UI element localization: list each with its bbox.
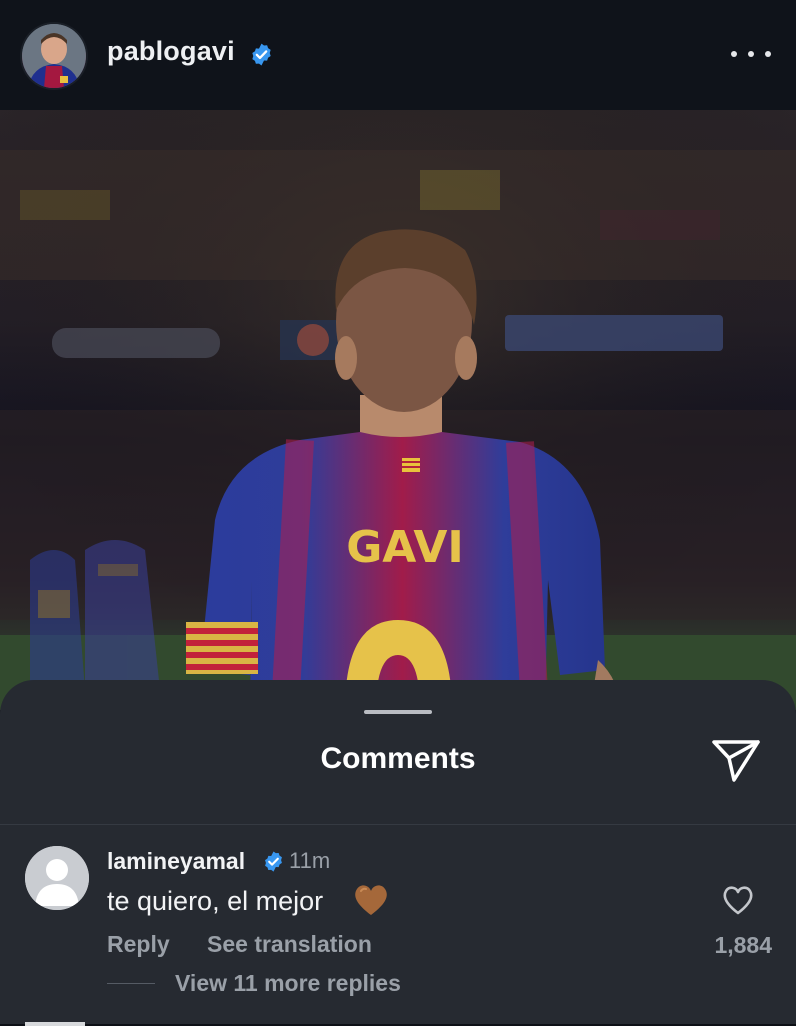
see-translation-button[interactable]: See translation xyxy=(207,931,372,958)
verified-badge-icon xyxy=(249,42,274,72)
comment-timestamp: 11m xyxy=(289,848,331,873)
sheet-drag-handle[interactable] xyxy=(364,710,432,714)
like-count: 1,884 xyxy=(714,932,772,958)
next-comment-peek xyxy=(25,1022,85,1026)
comments-title: Comments xyxy=(320,742,476,775)
post-photo[interactable]: GAVI xyxy=(0,110,796,710)
comments-sheet: Comments lamineyamal 11m te quiero, el m… xyxy=(0,680,796,1026)
brown-heart-emoji-icon xyxy=(353,883,389,922)
sheet-divider xyxy=(0,824,796,825)
comment-text: te quiero, el mejor xyxy=(107,886,324,916)
post-username[interactable]: pablogavi xyxy=(107,36,235,67)
reply-button[interactable]: Reply xyxy=(107,931,170,958)
verified-badge-icon xyxy=(262,850,285,878)
share-send-icon[interactable] xyxy=(710,736,762,786)
view-more-replies-button[interactable]: View 11 more replies xyxy=(175,970,401,997)
post-header: pablogavi xyxy=(0,0,796,110)
jersey-name-text: GAVI xyxy=(346,522,464,573)
profile-avatar[interactable] xyxy=(22,24,86,88)
like-heart-icon[interactable] xyxy=(721,884,755,921)
commenter-username[interactable]: lamineyamal xyxy=(107,848,245,875)
commenter-avatar[interactable] xyxy=(25,846,89,910)
more-options-icon[interactable] xyxy=(731,42,771,66)
replies-line xyxy=(107,983,155,984)
